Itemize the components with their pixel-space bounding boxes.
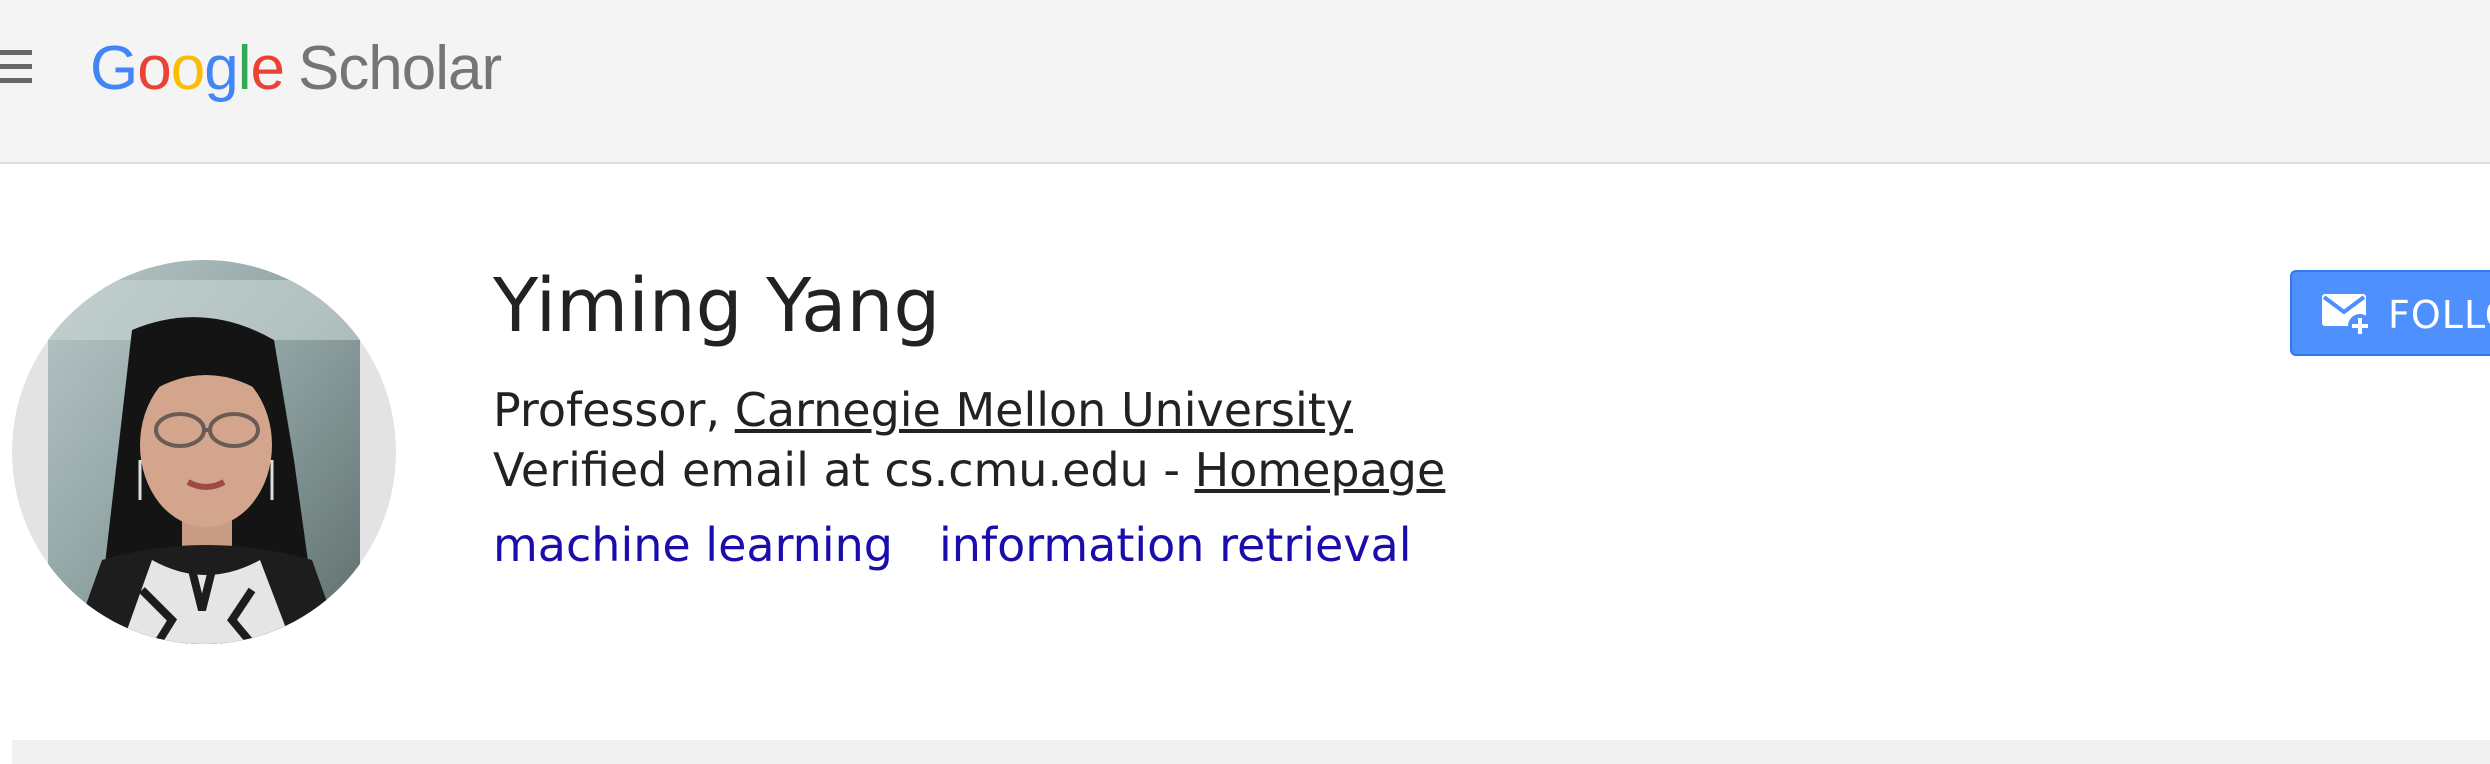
- logo-letter-g: G: [90, 34, 138, 103]
- logo-product-name: Scholar: [297, 34, 502, 103]
- google-scholar-logo[interactable]: Google Scholar: [90, 24, 502, 114]
- email-text: Verified email at cs.cmu.edu -: [493, 443, 1195, 497]
- logo-letter-l: l: [237, 34, 252, 103]
- mail-plus-icon: [2322, 294, 2372, 338]
- affiliation-line: Professor, Carnegie Mellon University: [493, 380, 1353, 440]
- logo-letter-e: e: [250, 34, 284, 103]
- top-bar: Google Scholar: [0, 0, 2490, 164]
- research-interests: machine learning information retrieval: [493, 515, 1458, 575]
- profile-name: Yiming Yang: [493, 263, 941, 349]
- follow-label: FOLLOW: [2388, 293, 2490, 337]
- profile-photo: [12, 260, 396, 644]
- content-divider: [12, 740, 2490, 764]
- follow-button[interactable]: FOLLOW: [2290, 270, 2490, 356]
- scholar-profile-page: Google Scholar Yiming Yang Professor, Ca…: [0, 0, 2490, 764]
- logo-letter-o1: o: [137, 34, 171, 103]
- interest-link[interactable]: machine learning: [493, 518, 893, 572]
- profile-photo-image: [48, 260, 360, 644]
- hamburger-menu-icon[interactable]: [0, 50, 32, 84]
- logo-letter-o2: o: [170, 34, 205, 103]
- email-line: Verified email at cs.cmu.edu - Homepage: [493, 440, 1445, 500]
- logo-letter-g2: g: [204, 34, 238, 103]
- affiliation-link[interactable]: Carnegie Mellon University: [735, 383, 1353, 437]
- homepage-link[interactable]: Homepage: [1195, 443, 1446, 497]
- affiliation-prefix: Professor,: [493, 383, 735, 437]
- interest-link[interactable]: information retrieval: [939, 518, 1412, 572]
